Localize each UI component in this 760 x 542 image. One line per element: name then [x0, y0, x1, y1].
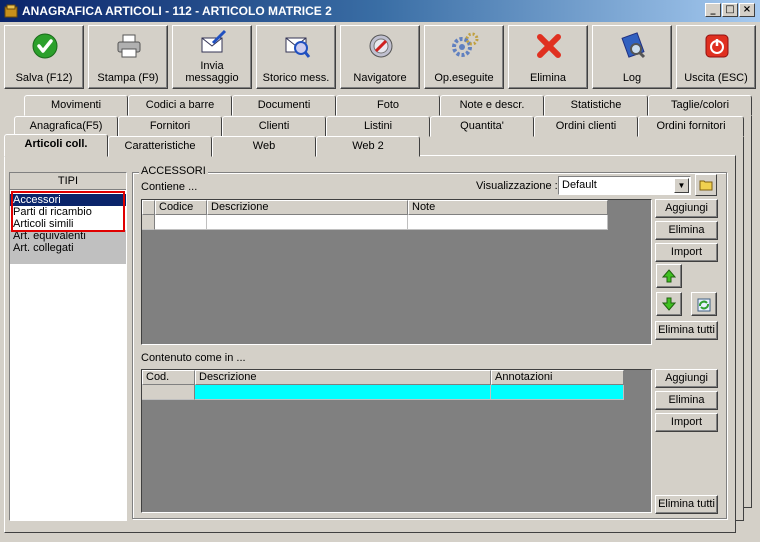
col-descrizione[interactable]: Descrizione: [207, 200, 408, 215]
move-down-button[interactable]: [656, 292, 682, 316]
accessori-group-title: ACCESSORI: [139, 165, 208, 177]
folder-button[interactable]: [695, 174, 717, 196]
aggiungi-button-bottom[interactable]: Aggiungi: [655, 369, 718, 388]
visualizzazione-select[interactable]: Default ▼: [558, 176, 691, 195]
col-cod[interactable]: Cod.: [142, 370, 195, 385]
contiene-grid[interactable]: Codice Descrizione Note: [141, 199, 652, 345]
move-up-button[interactable]: [656, 264, 682, 288]
chevron-down-icon[interactable]: ▼: [674, 178, 689, 193]
col-descrizione-bottom[interactable]: Descrizione: [195, 370, 491, 385]
folder-icon: [699, 180, 713, 191]
col-codice[interactable]: Codice: [155, 200, 207, 215]
col-annotazioni[interactable]: Annotazioni: [491, 370, 624, 385]
cell-descrizione[interactable]: [207, 215, 408, 230]
cell-annotazioni[interactable]: [491, 385, 624, 400]
import-button-bottom[interactable]: Import: [655, 413, 718, 432]
contenuto-grid[interactable]: Cod. Descrizione Annotazioni: [141, 369, 652, 513]
refresh-icon: [697, 298, 711, 312]
col-note[interactable]: Note: [408, 200, 608, 215]
row-indicator: [142, 215, 155, 230]
row-indicator-bottom: [142, 385, 195, 400]
cell-codice[interactable]: [155, 215, 207, 230]
refresh-button[interactable]: [691, 292, 717, 316]
aggiungi-button-top[interactable]: Aggiungi: [655, 199, 718, 218]
arrow-up-icon: [662, 269, 676, 283]
arrow-down-icon: [662, 297, 676, 311]
visualizzazione-value: Default: [562, 179, 597, 191]
elimina-button-bottom[interactable]: Elimina: [655, 391, 718, 410]
import-button-top[interactable]: Import: [655, 243, 718, 262]
elimina-tutti-button-top[interactable]: Elimina tutti: [655, 321, 718, 340]
contiene-grid-corner: [142, 200, 155, 215]
contiene-label: Contiene ...: [141, 181, 198, 193]
cell-note[interactable]: [408, 215, 608, 230]
visualizzazione-label: Visualizzazione :: [476, 180, 558, 192]
elimina-tutti-button-bottom[interactable]: Elimina tutti: [655, 495, 718, 514]
elimina-button-top[interactable]: Elimina: [655, 221, 718, 240]
cell-descrizione-bottom[interactable]: [195, 385, 491, 400]
contenuto-label: Contenuto come in ...: [141, 352, 246, 364]
